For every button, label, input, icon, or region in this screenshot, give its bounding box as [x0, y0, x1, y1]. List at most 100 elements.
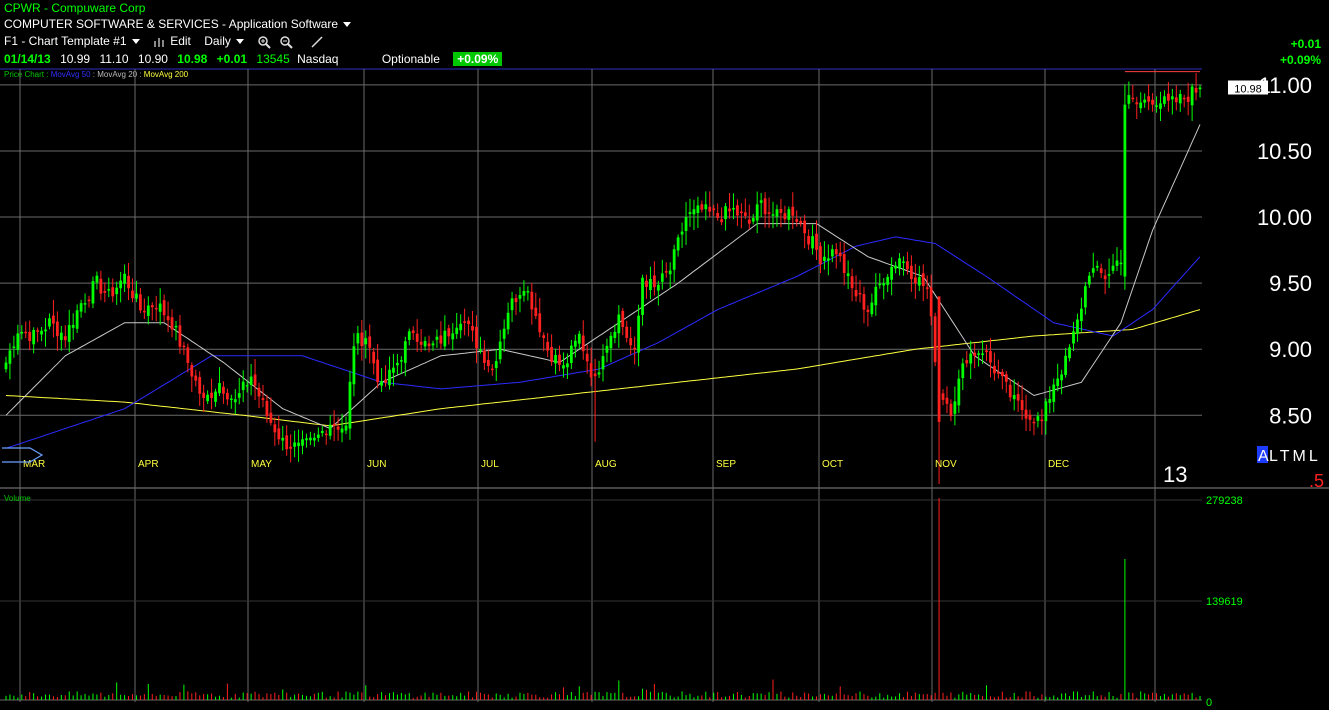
candle-down-body	[933, 316, 937, 363]
candle-up-body	[1190, 86, 1194, 106]
draw-line-icon[interactable]	[310, 34, 324, 49]
company-name: Compuware Corp	[51, 1, 146, 15]
candle-up-body	[1036, 416, 1040, 421]
candle-up-body	[656, 284, 660, 291]
candle-up-body	[874, 286, 878, 306]
candle-down-body	[834, 249, 838, 255]
chevron-down-icon[interactable]	[235, 39, 244, 45]
candle-down-body	[1016, 394, 1020, 401]
candle-up-body	[297, 442, 300, 447]
zoom-in-icon[interactable]	[257, 34, 271, 49]
candle-up-body	[1076, 319, 1079, 334]
candle-up-body	[1143, 99, 1147, 103]
edit-label: Edit	[170, 34, 191, 48]
candle-up-body	[890, 266, 894, 280]
candle-down-body	[103, 291, 107, 293]
candle-up-body	[443, 330, 447, 347]
candle-down-body	[581, 335, 585, 352]
candle-down-body	[52, 315, 55, 324]
bar-chart-icon	[153, 37, 164, 47]
candle-up-body	[403, 341, 407, 363]
candle-down-body	[222, 386, 225, 394]
candle-down-body	[866, 309, 870, 313]
candle-up-body	[241, 381, 245, 391]
template-selector[interactable]: F1 - Chart Template #1	[4, 34, 140, 48]
candle-down-body	[24, 331, 28, 334]
candle-down-body	[996, 372, 1000, 374]
candle-up-body	[1095, 265, 1099, 268]
candle-up-body	[1198, 87, 1202, 90]
exchange-label: Nasdaq	[297, 52, 339, 66]
candle-down-body	[1167, 93, 1170, 101]
candle-down-body	[1099, 268, 1103, 274]
candle-down-body	[324, 433, 328, 436]
candle-down-body	[747, 219, 751, 224]
candle-up-body	[846, 273, 850, 277]
candle-down-body	[937, 296, 941, 422]
candle-down-body	[819, 246, 822, 265]
candle-down-body	[415, 333, 419, 342]
scroll-marker-icon	[2, 447, 44, 463]
candle-up-body	[1080, 308, 1083, 322]
candle-up-body	[12, 346, 16, 349]
candle-up-body	[680, 231, 684, 235]
candle-down-body	[921, 273, 925, 287]
candle-up-body	[732, 208, 735, 210]
candle-up-body	[609, 335, 613, 349]
candles	[4, 73, 1202, 485]
quote-open: 10.99	[60, 52, 91, 66]
candle-up-body	[158, 303, 162, 312]
candle-up-body	[961, 363, 965, 379]
candle-up-body	[562, 365, 565, 369]
candle-up-body	[886, 276, 890, 285]
candle-up-body	[107, 289, 111, 291]
candle-down-body	[965, 360, 969, 364]
quote-change: +0.01	[216, 52, 248, 66]
candle-down-body	[471, 325, 474, 331]
overlay-text-five: .5	[1309, 471, 1324, 491]
candle-down-body	[439, 335, 443, 344]
toolbar: F1 - Chart Template #1 Edit Daily	[4, 34, 324, 49]
candle-up-body	[293, 442, 296, 447]
candle-up-body	[573, 340, 577, 347]
candle-up-body	[981, 353, 984, 355]
candle-down-body	[858, 292, 862, 295]
candle-up-body	[407, 331, 411, 340]
candle-down-body	[993, 365, 996, 374]
zoom-out-icon[interactable]	[279, 34, 293, 49]
candle-up-body	[352, 346, 356, 385]
candle-down-body	[779, 208, 783, 213]
candle-down-body	[28, 331, 32, 342]
right-change-pct: +0.09%	[1279, 53, 1321, 67]
indicator-legend: Price Chart : MovAvg 50 : MovAvg 20 : Mo…	[4, 70, 188, 79]
price-tick-label: 9.00	[1269, 337, 1312, 362]
candle-up-body	[1111, 265, 1115, 271]
chevron-down-icon[interactable]	[343, 22, 352, 28]
candle-up-body	[1048, 399, 1052, 403]
industry-row[interactable]: COMPUTER SOFTWARE & SERVICES - Applicati…	[4, 17, 352, 31]
candle-down-body	[625, 326, 629, 338]
candle-up-body	[878, 283, 882, 286]
candle-up-body	[1159, 103, 1162, 109]
grid	[0, 68, 1329, 702]
ticker-symbol[interactable]: CPWR	[4, 1, 41, 15]
candle-up-body	[206, 394, 210, 402]
candle-down-body	[854, 289, 858, 297]
chevron-down-icon[interactable]	[131, 39, 140, 45]
candle-down-body	[467, 320, 470, 325]
edit-button[interactable]: Edit	[153, 34, 191, 48]
candle-down-body	[226, 392, 229, 400]
candle-down-body	[1008, 384, 1012, 398]
candle-up-body	[459, 323, 463, 331]
candle-up-body	[1119, 262, 1123, 265]
candle-up-body	[672, 249, 676, 270]
candle-up-body	[1115, 260, 1119, 266]
candle-down-body	[653, 275, 656, 288]
legend-ma20: MovAvg 20	[97, 70, 138, 79]
candle-down-body	[815, 233, 818, 250]
candle-up-body	[684, 217, 688, 232]
period-selector[interactable]: Daily	[204, 34, 244, 48]
candle-down-body	[941, 393, 945, 400]
candle-down-body	[210, 392, 213, 398]
candle-up-body	[1012, 395, 1016, 400]
